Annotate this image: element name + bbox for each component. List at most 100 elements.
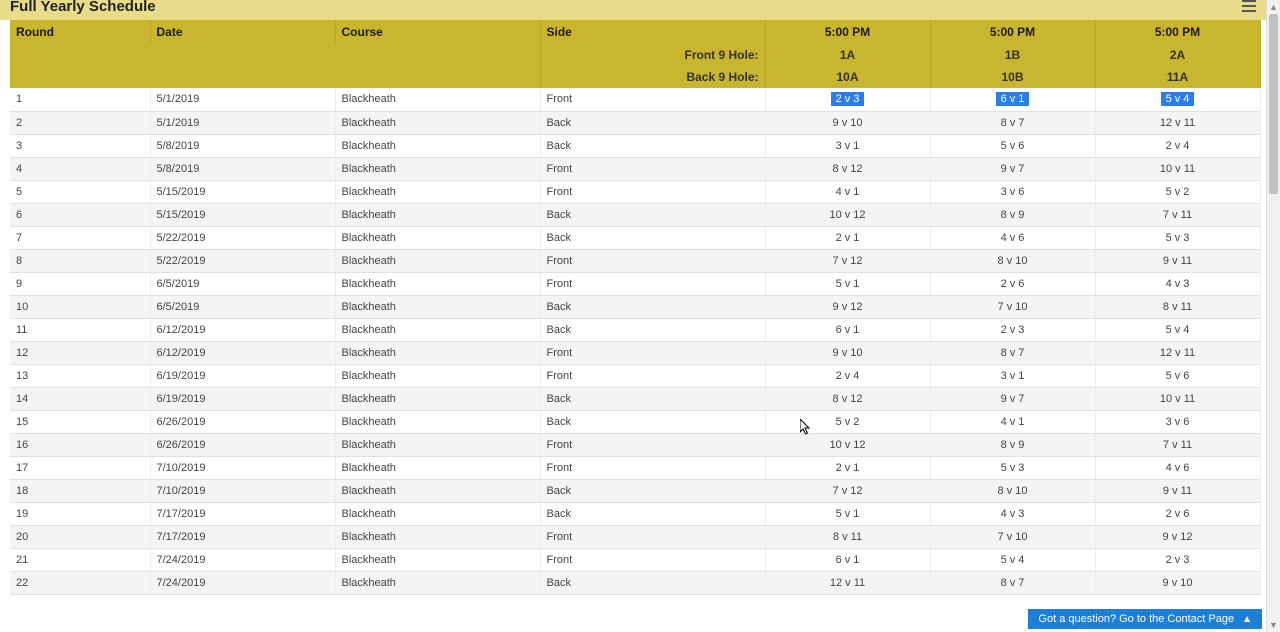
table-row[interactable]: 227/24/2019BlackheathBack12 v 118 v 79 v… xyxy=(10,571,1260,594)
col-time-3[interactable]: 5:00 PM xyxy=(1095,20,1260,44)
table-row[interactable]: 25/1/2019BlackheathBack9 v 108 v 712 v 1… xyxy=(10,111,1260,134)
table-row[interactable]: 217/24/2019BlackheathFront6 v 15 v 42 v … xyxy=(10,548,1260,571)
cell-match: 2 v 4 xyxy=(1095,134,1260,157)
front9-label: Front 9 Hole: xyxy=(540,44,765,66)
front9-val-1: 1A xyxy=(765,44,930,66)
col-side[interactable]: Side xyxy=(540,20,765,44)
cell-date: 6/12/2019 xyxy=(150,341,335,364)
cell-date: 5/1/2019 xyxy=(150,88,335,111)
table-row[interactable]: 187/10/2019BlackheathBack7 v 128 v 109 v… xyxy=(10,479,1260,502)
table-row[interactable]: 45/8/2019BlackheathFront8 v 129 v 710 v … xyxy=(10,157,1260,180)
col-time-1[interactable]: 5:00 PM xyxy=(765,20,930,44)
highlighted-match: 6 v 1 xyxy=(996,92,1030,106)
cell-side: Back xyxy=(540,387,765,410)
cell-match: 7 v 11 xyxy=(1095,433,1260,456)
cell-date: 5/22/2019 xyxy=(150,226,335,249)
cell-match: 10 v 12 xyxy=(765,433,930,456)
cell-course: Blackheath xyxy=(335,548,540,571)
cell-match: 2 v 4 xyxy=(765,364,930,387)
cell-match: 5 v 2 xyxy=(1095,180,1260,203)
front9-val-3: 2A xyxy=(1095,44,1260,66)
cell-date: 6/26/2019 xyxy=(150,433,335,456)
col-course[interactable]: Course xyxy=(335,20,540,44)
cell-match: 8 v 9 xyxy=(930,203,1095,226)
cell-match: 9 v 7 xyxy=(930,387,1095,410)
col-date[interactable]: Date xyxy=(150,20,335,44)
hamburger-menu-icon[interactable] xyxy=(1242,0,1256,12)
cell-course: Blackheath xyxy=(335,111,540,134)
cell-match: 2 v 3 xyxy=(930,318,1095,341)
cell-course: Blackheath xyxy=(335,571,540,594)
scroll-down-icon[interactable]: ▼ xyxy=(1267,618,1280,632)
cell-course: Blackheath xyxy=(335,295,540,318)
cell-date: 6/19/2019 xyxy=(150,387,335,410)
cell-course: Blackheath xyxy=(335,226,540,249)
cell-side: Front xyxy=(540,548,765,571)
table-row[interactable]: 126/12/2019BlackheathFront9 v 108 v 712 … xyxy=(10,341,1260,364)
cell-match: 6 v 1 xyxy=(930,88,1095,111)
cell-course: Blackheath xyxy=(335,157,540,180)
cell-match: 12 v 11 xyxy=(1095,111,1260,134)
scroll-up-icon[interactable]: ▲ xyxy=(1267,0,1280,14)
cell-side: Back xyxy=(540,571,765,594)
col-round[interactable]: Round xyxy=(10,20,150,44)
table-row[interactable]: 65/15/2019BlackheathBack10 v 128 v 97 v … xyxy=(10,203,1260,226)
table-row[interactable]: 156/26/2019BlackheathBack5 v 24 v 13 v 6 xyxy=(10,410,1260,433)
cell-match: 12 v 11 xyxy=(1095,341,1260,364)
cell-match: 4 v 1 xyxy=(930,410,1095,433)
cell-match: 8 v 9 xyxy=(930,433,1095,456)
table-row[interactable]: 15/1/2019BlackheathFront2 v 36 v 15 v 4 xyxy=(10,88,1260,111)
cell-match: 7 v 11 xyxy=(1095,203,1260,226)
cell-match: 9 v 11 xyxy=(1095,249,1260,272)
cell-date: 5/1/2019 xyxy=(150,111,335,134)
table-row[interactable]: 96/5/2019BlackheathFront5 v 12 v 64 v 3 xyxy=(10,272,1260,295)
cell-course: Blackheath xyxy=(335,410,540,433)
cell-round: 6 xyxy=(10,203,150,226)
contact-bar[interactable]: Got a question? Go to the Contact Page ▲ xyxy=(1028,609,1262,629)
cell-date: 7/17/2019 xyxy=(150,525,335,548)
table-row[interactable]: 75/22/2019BlackheathBack2 v 14 v 65 v 3 xyxy=(10,226,1260,249)
cell-match: 4 v 1 xyxy=(765,180,930,203)
table-row[interactable]: 166/26/2019BlackheathFront10 v 128 v 97 … xyxy=(10,433,1260,456)
cell-round: 17 xyxy=(10,456,150,479)
cell-match: 2 v 3 xyxy=(1095,548,1260,571)
table-row[interactable]: 35/8/2019BlackheathBack3 v 15 v 62 v 4 xyxy=(10,134,1260,157)
table-row[interactable]: 146/19/2019BlackheathBack8 v 129 v 710 v… xyxy=(10,387,1260,410)
cell-match: 2 v 6 xyxy=(930,272,1095,295)
cell-match: 9 v 10 xyxy=(765,111,930,134)
cell-match: 9 v 10 xyxy=(1095,571,1260,594)
cell-round: 19 xyxy=(10,502,150,525)
scrollbar-thumb[interactable] xyxy=(1269,14,1278,194)
cell-side: Back xyxy=(540,226,765,249)
vertical-scrollbar[interactable]: ▲ ▼ xyxy=(1266,0,1280,632)
table-header-row: Round Date Course Side 5:00 PM 5:00 PM 5… xyxy=(10,20,1260,44)
table-row[interactable]: 197/17/2019BlackheathBack5 v 14 v 32 v 6 xyxy=(10,502,1260,525)
table-row[interactable]: 55/15/2019BlackheathFront4 v 13 v 65 v 2 xyxy=(10,180,1260,203)
cell-match: 9 v 10 xyxy=(765,341,930,364)
table-row[interactable]: 136/19/2019BlackheathFront2 v 43 v 15 v … xyxy=(10,364,1260,387)
back9-row: Back 9 Hole: 10A 10B 11A xyxy=(10,66,1260,88)
table-row[interactable]: 177/10/2019BlackheathFront2 v 15 v 34 v … xyxy=(10,456,1260,479)
table-row[interactable]: 85/22/2019BlackheathFront7 v 128 v 109 v… xyxy=(10,249,1260,272)
cell-match: 9 v 12 xyxy=(765,295,930,318)
cell-date: 5/8/2019 xyxy=(150,134,335,157)
contact-text: Got a question? Go to the Contact Page xyxy=(1038,613,1234,625)
cell-course: Blackheath xyxy=(335,387,540,410)
highlighted-match: 2 v 3 xyxy=(831,92,865,106)
cell-match: 5 v 4 xyxy=(1095,318,1260,341)
cell-round: 14 xyxy=(10,387,150,410)
cell-date: 7/24/2019 xyxy=(150,571,335,594)
cell-match: 4 v 6 xyxy=(1095,456,1260,479)
table-row[interactable]: 116/12/2019BlackheathBack6 v 12 v 35 v 4 xyxy=(10,318,1260,341)
cell-date: 7/24/2019 xyxy=(150,548,335,571)
cell-match: 10 v 11 xyxy=(1095,387,1260,410)
table-row[interactable]: 106/5/2019BlackheathBack9 v 127 v 108 v … xyxy=(10,295,1260,318)
cell-match: 7 v 10 xyxy=(930,295,1095,318)
cell-match: 4 v 3 xyxy=(1095,272,1260,295)
col-time-2[interactable]: 5:00 PM xyxy=(930,20,1095,44)
cell-match: 3 v 1 xyxy=(765,134,930,157)
cell-match: 8 v 12 xyxy=(765,387,930,410)
cell-match: 10 v 11 xyxy=(1095,157,1260,180)
cell-date: 7/10/2019 xyxy=(150,456,335,479)
table-row[interactable]: 207/17/2019BlackheathFront8 v 117 v 109 … xyxy=(10,525,1260,548)
